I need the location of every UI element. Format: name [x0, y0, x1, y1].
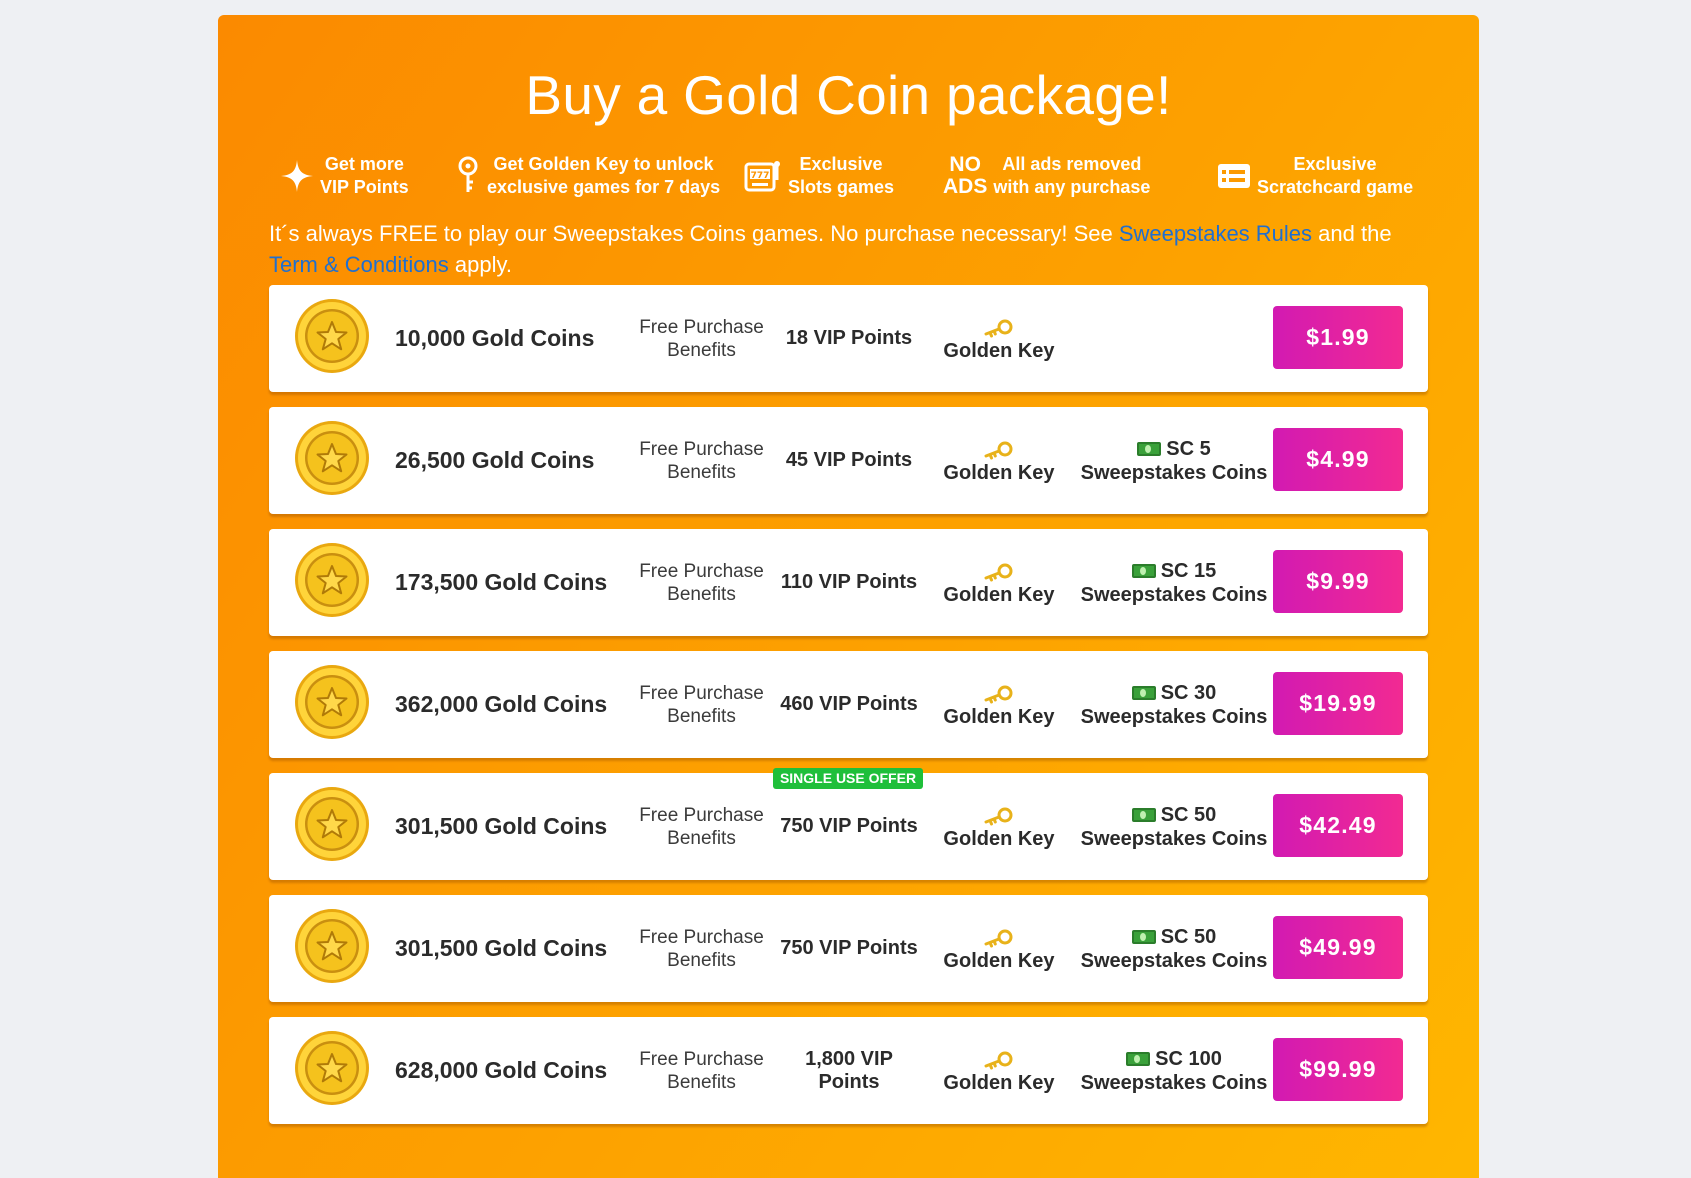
golden-key-benefit: Golden Key — [934, 318, 1064, 363]
money-bill-icon — [1131, 564, 1156, 578]
vip-points: 750 VIP Points — [780, 815, 918, 837]
sweepstakes-coins-benefit: SC 50 Sweepstakes Coins — [1080, 926, 1268, 972]
gold-coin-amount: 362,000 Gold Coins — [395, 691, 608, 717]
golden-key-icon — [984, 685, 1013, 704]
money-bill-icon — [1131, 930, 1156, 944]
sweepstakes-coins-benefit: SC 100 Sweepstakes Coins — [1080, 1048, 1268, 1094]
golden-key-benefit: Golden Key — [934, 928, 1064, 973]
vip-points: 460 VIP Points — [780, 693, 918, 715]
vip-points: 750 VIP Points — [780, 937, 918, 959]
vip-points: 18 VIP Points — [785, 327, 913, 349]
feature-no-ads: NO ADS All ads removed with any purchase — [943, 153, 1151, 198]
sweepstakes-coins-benefit: SC 30 Sweepstakes Coins — [1080, 682, 1268, 728]
golden-key-benefit: Golden Key — [934, 684, 1064, 729]
free-purchase-benefits-label: Free Purchase Benefits — [639, 804, 764, 849]
buy-price-button[interactable]: $9.99 — [1273, 550, 1403, 613]
package-row: 10,000 Gold Coins Free Purchase Benefits 18… — [269, 285, 1428, 392]
purchase-panel: Buy a Gold Coin package! Get more VIP Poi… — [218, 15, 1479, 1178]
money-bill-icon — [1137, 442, 1162, 456]
gold-coin-amount: 628,000 Gold Coins — [395, 1057, 608, 1083]
money-bill-icon — [1126, 1052, 1151, 1066]
free-purchase-benefits-label: Free Purchase Benefits — [639, 1048, 764, 1093]
terms-conditions-link[interactable]: Term & Conditions — [269, 252, 449, 277]
money-bill-icon — [1131, 808, 1156, 822]
vip-points: 1,800 VIP Points — [805, 1047, 893, 1093]
gold-coin-icon — [295, 1031, 369, 1105]
no-ads-icon: NO ADS — [943, 153, 988, 198]
feature-golden-key: Get Golden Key to unlock exclusive games … — [455, 146, 720, 206]
gold-coin-amount: 26,500 Gold Coins — [395, 447, 595, 473]
sparkle-icon — [281, 160, 313, 192]
sweepstakes-coins-benefit: SC 5 Sweepstakes Coins — [1080, 438, 1268, 484]
package-row: 173,500 Gold Coins Free Purchase Benefits 1… — [269, 529, 1428, 636]
gold-coin-icon — [295, 543, 369, 617]
golden-key-benefit: Golden Key — [934, 1050, 1064, 1095]
feature-scratchcard: Exclusive Scratchcard game — [1217, 146, 1413, 206]
golden-key-benefit: Golden Key — [934, 562, 1064, 607]
key-icon — [458, 156, 478, 192]
feature-slots-games: 777 Exclusive Slots games — [744, 146, 894, 206]
gold-coin-icon — [295, 421, 369, 495]
money-bill-icon — [1131, 686, 1156, 700]
gold-coin-amount: 173,500 Gold Coins — [395, 569, 608, 595]
free-play-notice: It´s always FREE to play our Sweepstakes… — [269, 221, 1392, 277]
scratchcard-icon — [1218, 164, 1250, 188]
free-purchase-benefits-label: Free Purchase Benefits — [639, 682, 764, 727]
golden-key-icon — [984, 929, 1013, 948]
free-purchase-benefits-label: Free Purchase Benefits — [639, 438, 764, 483]
gold-coin-icon — [295, 665, 369, 739]
vip-points: 110 VIP Points — [780, 571, 918, 593]
gold-coin-icon — [295, 909, 369, 983]
golden-key-icon — [984, 563, 1013, 582]
buy-price-button[interactable]: $4.99 — [1273, 428, 1403, 491]
free-purchase-benefits-label: Free Purchase Benefits — [639, 926, 764, 971]
golden-key-icon — [984, 441, 1013, 460]
free-purchase-benefits-label: Free Purchase Benefits — [639, 560, 764, 605]
buy-price-button[interactable]: $42.49 — [1273, 794, 1403, 857]
sweepstakes-coins-benefit: SC 15 Sweepstakes Coins — [1080, 560, 1268, 606]
svg-text:777: 777 — [751, 171, 770, 181]
golden-key-icon — [984, 1051, 1013, 1070]
golden-key-icon — [984, 319, 1013, 338]
package-row: 628,000 Gold Coins Free Purchase Benefits 1… — [269, 1017, 1428, 1124]
golden-key-benefit: Golden Key — [934, 806, 1064, 851]
feature-strip: Get more VIP Points Get Golden Key to unl… — [280, 146, 1448, 206]
gold-coin-amount: 301,500 Gold Coins — [395, 813, 608, 839]
gold-coin-amount: 10,000 Gold Coins — [395, 325, 595, 351]
package-row: 301,500 Gold Coins Free Purchase Benefits 7… — [269, 895, 1428, 1002]
vip-points: 45 VIP Points — [785, 449, 913, 471]
golden-key-icon — [984, 807, 1013, 826]
package-row: 26,500 Gold Coins Free Purchase Benefits 45… — [269, 407, 1428, 514]
buy-price-button[interactable]: $49.99 — [1273, 916, 1403, 979]
slot-machine-icon: 777 — [744, 161, 780, 192]
buy-price-button[interactable]: $99.99 — [1273, 1038, 1403, 1101]
feature-vip-points: Get more VIP Points — [280, 146, 409, 206]
single-use-offer-badge: SINGLE USE OFFER — [773, 768, 923, 789]
sweepstakes-coins-benefit: SC 50 Sweepstakes Coins — [1080, 804, 1268, 850]
buy-price-button[interactable]: $1.99 — [1273, 306, 1403, 369]
gold-coin-icon — [295, 299, 369, 373]
package-row: 362,000 Gold Coins Free Purchase Benefits 4… — [269, 651, 1428, 758]
golden-key-benefit: Golden Key — [934, 440, 1064, 485]
package-row: 301,500 Gold Coins Free Purchase Benefits 7… — [269, 768, 1428, 880]
buy-price-button[interactable]: $19.99 — [1273, 672, 1403, 735]
sweepstakes-rules-link[interactable]: Sweepstakes Rules — [1119, 221, 1312, 246]
free-purchase-benefits-label: Free Purchase Benefits — [639, 316, 764, 361]
page-title: Buy a Gold Coin package! — [525, 64, 1172, 126]
gold-coin-amount: 301,500 Gold Coins — [395, 935, 608, 961]
gold-coin-icon — [295, 787, 369, 861]
